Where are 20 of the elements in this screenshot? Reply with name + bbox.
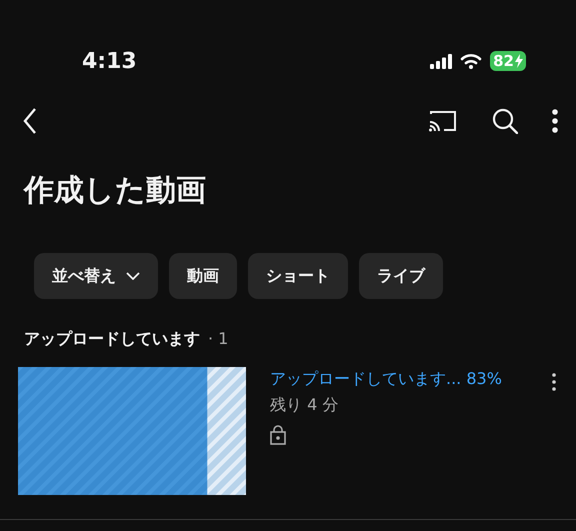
wifi-icon <box>460 53 482 69</box>
cast-button[interactable] <box>428 109 458 133</box>
page-title: 作成した動画 <box>24 172 207 210</box>
back-button[interactable] <box>22 107 38 135</box>
filter-chip[interactable]: ショート <box>248 253 348 299</box>
more-options-button[interactable] <box>552 373 556 391</box>
filter-chip[interactable]: ライブ <box>359 253 443 299</box>
signal-icon <box>430 54 452 68</box>
filter-chip[interactable]: 動画 <box>169 253 237 299</box>
search-button[interactable] <box>492 108 518 134</box>
section-heading: アップロードしています <box>24 328 200 350</box>
charging-icon <box>514 54 523 68</box>
sort-dropdown[interactable]: 並べ替え <box>34 253 158 299</box>
clock-time: 4:13 <box>82 48 137 76</box>
chevron-down-icon <box>126 272 140 280</box>
time-remaining: 残り 4 分 <box>270 394 340 416</box>
item-count: · 1 <box>208 328 228 350</box>
upload-status: アップロードしています... 83% <box>270 368 502 390</box>
battery-level: 82 <box>490 51 526 71</box>
more-options-button[interactable] <box>552 109 558 133</box>
